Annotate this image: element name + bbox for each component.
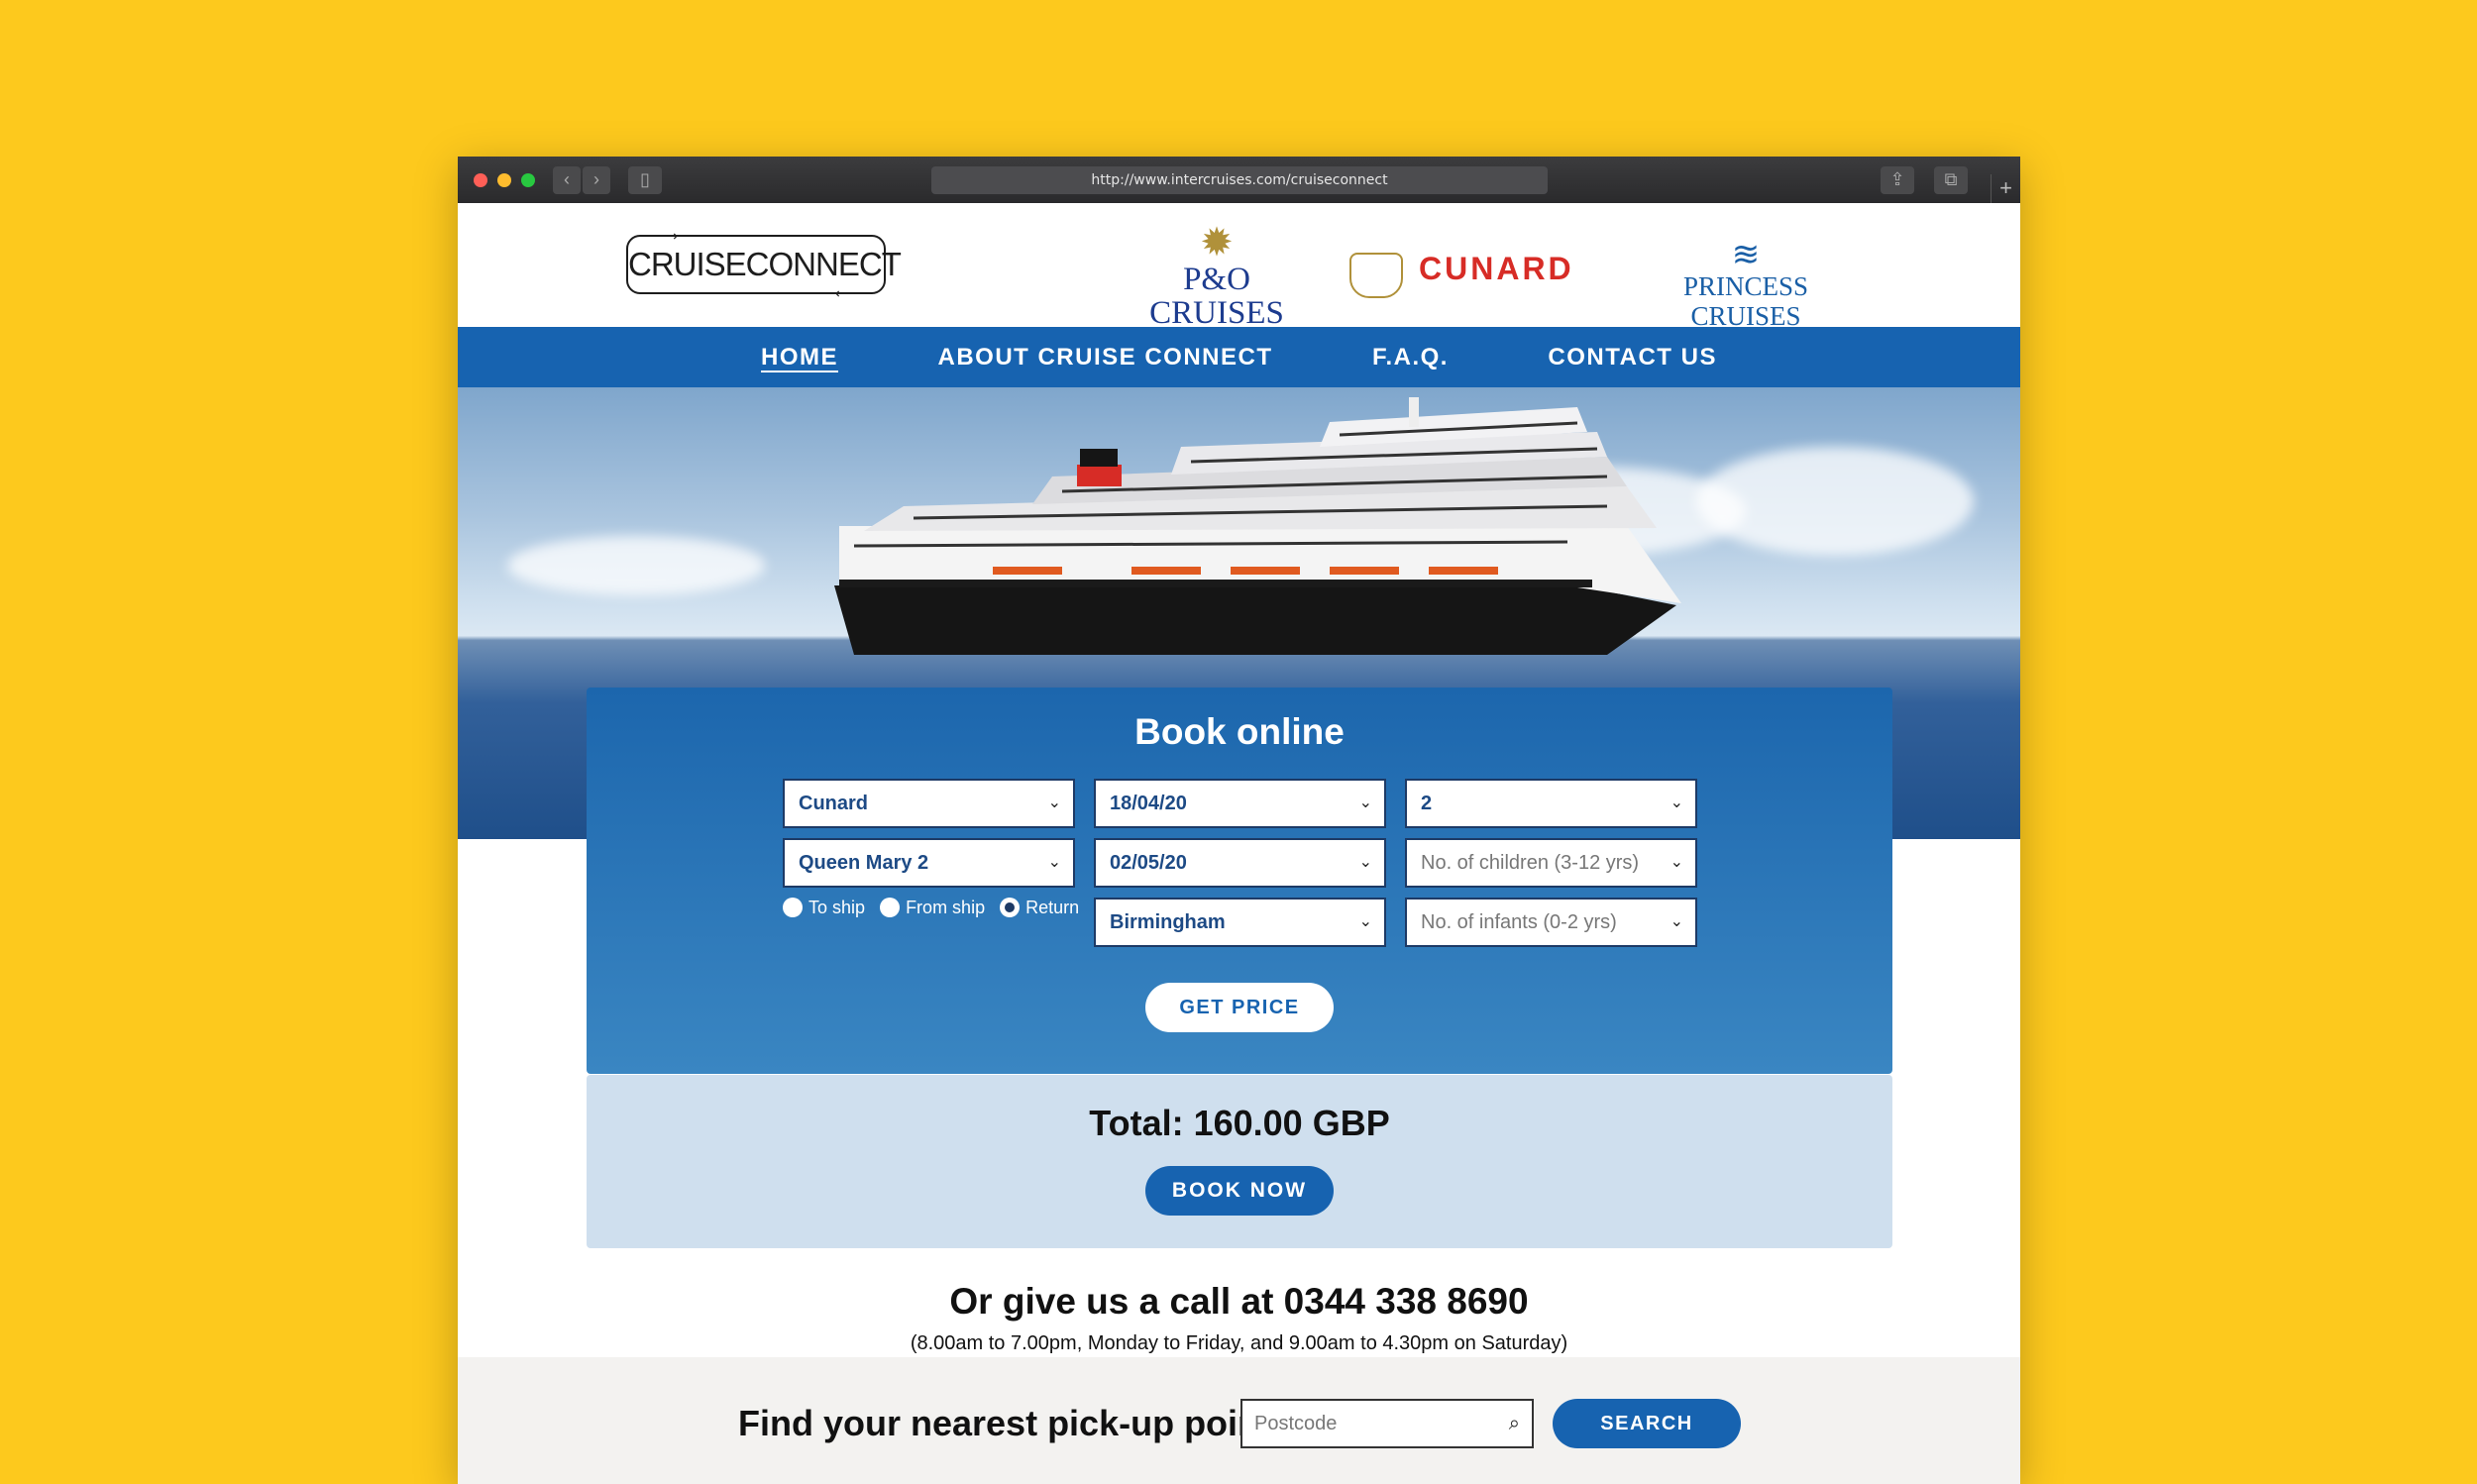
opening-hours: (8.00am to 7.00pm, Monday to Friday, and… <box>910 1332 1568 1354</box>
nav-item-about[interactable]: ABOUT CRUISE CONNECT <box>937 327 1272 387</box>
address-bar[interactable]: http://www.intercruises.com/cruiseconnec… <box>931 166 1548 194</box>
sidebar-icon[interactable]: ▯ <box>628 166 662 194</box>
cloud <box>507 536 765 595</box>
zoom-window-button[interactable] <box>521 173 535 187</box>
chevron-down-icon: ⌄ <box>1047 795 1061 811</box>
book-now-button[interactable]: BOOK NOW <box>1145 1166 1334 1216</box>
cunard-crest-icon <box>1349 253 1403 298</box>
search-icon[interactable]: ⌕ <box>1509 1401 1520 1446</box>
return-date-value: 02/05/20 <box>1110 852 1187 874</box>
close-window-button[interactable] <box>474 173 487 187</box>
adults-select[interactable]: 2 ⌄ <box>1405 779 1697 828</box>
radio-to-ship[interactable]: To ship <box>783 898 865 918</box>
arrow-right-icon: ⟶ <box>658 228 678 244</box>
nav-item-faq[interactable]: F.A.Q. <box>1372 327 1449 387</box>
browser-toolbar: ‹ › ▯ http://www.intercruises.com/cruise… <box>458 157 2020 203</box>
website: ⟶ CRUISECONNECT ⟵ ✹ P&O CRUISES CUNARD ≋… <box>458 203 2020 1484</box>
total-panel: Total: 160.00 GBP BOOK NOW <box>587 1075 1892 1248</box>
get-price-button[interactable]: GET PRICE <box>1145 983 1334 1032</box>
ship-select[interactable]: Queen Mary 2 ⌄ <box>783 838 1075 888</box>
children-select[interactable]: No. of children (3-12 yrs) ⌄ <box>1405 838 1697 888</box>
infants-select[interactable]: No. of infants (0-2 yrs) ⌄ <box>1405 898 1697 947</box>
infants-placeholder: No. of infants (0-2 yrs) <box>1421 911 1617 933</box>
departure-select[interactable]: Birmingham ⌄ <box>1094 898 1386 947</box>
ship-value: Queen Mary 2 <box>799 852 929 874</box>
chevron-down-icon: ⌄ <box>1669 795 1683 811</box>
forward-icon[interactable]: › <box>583 166 610 194</box>
pickup-label: Find your nearest pick-up point <box>738 1403 1272 1443</box>
radio-from-ship[interactable]: From ship <box>880 898 985 918</box>
cruise-line-select[interactable]: Cunard ⌄ <box>783 779 1075 828</box>
browser-window: ‹ › ▯ http://www.intercruises.com/cruise… <box>458 157 2020 1484</box>
sun-icon: ✹ <box>1200 221 1234 265</box>
booking-panel: Book online Cunard ⌄ 18/04/20 ⌄ 2 ⌄ Quee… <box>587 688 1892 1074</box>
new-tab-button[interactable]: + <box>1991 174 2020 203</box>
radio-button-selected[interactable] <box>1000 898 1021 917</box>
princess-cruises-logo-text: PRINCESS CRUISES <box>1682 271 1809 331</box>
call-heading: Or give us a call at 0344 338 8690 <box>949 1281 1529 1322</box>
adults-value: 2 <box>1421 793 1433 814</box>
tabs-icon[interactable]: ⧉ <box>1934 166 1968 194</box>
radio-label: To ship <box>808 898 866 917</box>
chevron-down-icon: ⌄ <box>1669 913 1683 930</box>
po-cruises-logo[interactable]: ✹ P&O CRUISES <box>1128 221 1306 330</box>
cruiseconnect-logo-text: CRUISECONNECT <box>628 246 902 282</box>
main-nav: HOME ABOUT CRUISE CONNECT F.A.Q. CONTACT… <box>458 327 2020 387</box>
cruise-ship-illustration <box>834 397 1681 655</box>
chevron-down-icon: ⌄ <box>1358 854 1372 871</box>
total-price: Total: 160.00 GBP <box>1089 1103 1390 1143</box>
chevron-down-icon: ⌄ <box>1047 854 1061 871</box>
pickup-search-section: Find your nearest pick-up point Postcode… <box>458 1357 2020 1484</box>
cruise-line-value: Cunard <box>799 793 868 814</box>
chevron-down-icon: ⌄ <box>1669 854 1683 871</box>
search-button[interactable]: SEARCH <box>1553 1399 1741 1448</box>
postcode-input[interactable]: Postcode ⌕ <box>1240 1399 1534 1448</box>
chevron-down-icon: ⌄ <box>1358 913 1372 930</box>
chevron-down-icon: ⌄ <box>1358 795 1372 811</box>
wave-icon: ≋ <box>1731 236 1761 273</box>
radio-button[interactable] <box>783 898 803 917</box>
site-header: ⟶ CRUISECONNECT ⟵ ✹ P&O CRUISES CUNARD ≋… <box>458 203 2020 331</box>
nav-item-home[interactable]: HOME <box>761 327 838 387</box>
cruiseconnect-logo[interactable]: ⟶ CRUISECONNECT ⟵ <box>626 229 902 300</box>
outbound-date-value: 18/04/20 <box>1110 793 1187 814</box>
radio-label: From ship <box>906 898 986 917</box>
departure-value: Birmingham <box>1110 911 1226 933</box>
po-cruises-logo-text: P&O CRUISES <box>1149 262 1284 331</box>
back-icon[interactable]: ‹ <box>553 166 581 194</box>
cunard-logo-text: CUNARD <box>1419 251 1574 286</box>
postcode-placeholder: Postcode <box>1254 1413 1338 1434</box>
call-section: Or give us a call at 0344 338 8690 (8.00… <box>458 1281 2020 1355</box>
outbound-date-select[interactable]: 18/04/20 ⌄ <box>1094 779 1386 828</box>
return-date-select[interactable]: 02/05/20 ⌄ <box>1094 838 1386 888</box>
children-placeholder: No. of children (3-12 yrs) <box>1421 852 1640 874</box>
princess-cruises-logo[interactable]: ≋ PRINCESS CRUISES <box>1632 238 1860 331</box>
trip-type-radio-group: To ship From ship Return <box>783 898 1089 918</box>
radio-return[interactable]: Return <box>1000 898 1079 918</box>
radio-label: Return <box>1025 898 1080 917</box>
nav-item-contact[interactable]: CONTACT US <box>1548 327 1717 387</box>
booking-title: Book online <box>1134 711 1345 752</box>
share-icon[interactable]: ⇪ <box>1881 166 1914 194</box>
arrow-left-icon: ⟵ <box>834 285 855 301</box>
radio-button[interactable] <box>880 898 901 917</box>
minimize-window-button[interactable] <box>497 173 511 187</box>
